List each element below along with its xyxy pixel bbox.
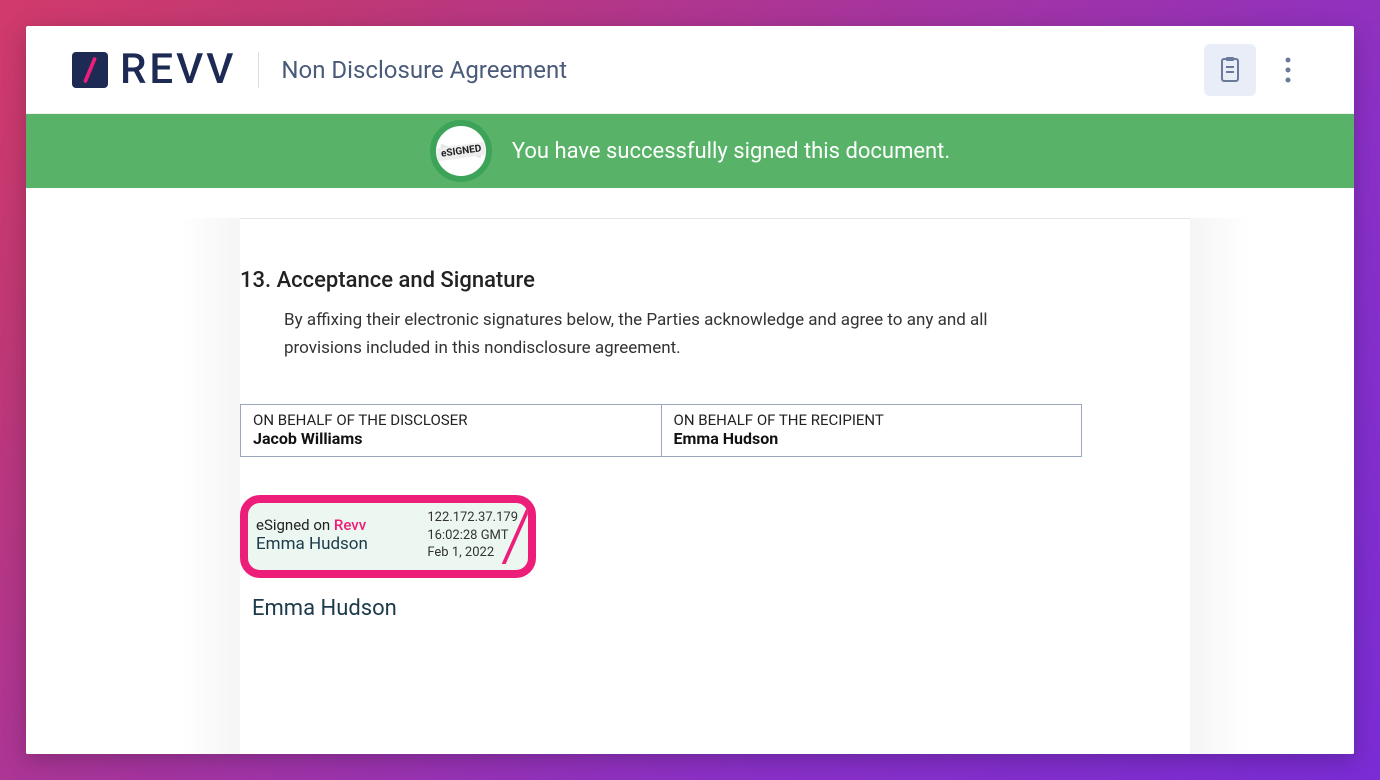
brand-logo[interactable]: REVV [72, 45, 236, 94]
clipboard-button[interactable] [1204, 44, 1256, 96]
signature-stamp: eSigned on Revv Emma Hudson 122.172.37.1… [240, 495, 536, 578]
discloser-role-label: ON BEHALF OF THE DISCLOSER [253, 411, 649, 429]
slash-icon [79, 57, 101, 83]
table-row: ON BEHALF OF THE DISCLOSER Jacob William… [241, 405, 1082, 457]
brand-logo-mark [72, 52, 108, 88]
success-message: You have successfully signed this docume… [512, 139, 950, 164]
document-viewport[interactable]: 13. Acceptance and Signature By affixing… [26, 188, 1354, 754]
brand-logo-text: REVV [120, 45, 236, 94]
slash-icon [492, 509, 518, 564]
discloser-cell: ON BEHALF OF THE DISCLOSER Jacob William… [241, 405, 662, 457]
more-menu-button[interactable] [1262, 44, 1314, 96]
discloser-name: Jacob Williams [253, 429, 649, 448]
stamp-brand: Revv [334, 516, 366, 534]
header-separator [258, 52, 259, 88]
page-divider [240, 218, 1190, 219]
success-banner: eSIGNED You have successfully signed thi… [26, 114, 1354, 188]
recipient-role-label: ON BEHALF OF THE RECIPIENT [674, 411, 1070, 429]
page-edge-shade [1190, 218, 1250, 754]
document-title: Non Disclosure Agreement [281, 56, 567, 84]
page-edge-shade [180, 218, 240, 754]
esigned-seal: eSIGNED [430, 120, 492, 182]
more-vertical-icon [1285, 57, 1291, 83]
header-bar: REVV Non Disclosure Agreement [26, 26, 1354, 114]
stamp-signer: Emma Hudson [256, 534, 368, 554]
recipient-cell: ON BEHALF OF THE RECIPIENT Emma Hudson [661, 405, 1082, 457]
section-body-text: By affixing their electronic signatures … [240, 307, 1060, 362]
recipient-name: Emma Hudson [674, 429, 1070, 448]
app-window: REVV Non Disclosure Agreement [26, 26, 1354, 754]
document-page: 13. Acceptance and Signature By affixing… [240, 188, 1140, 754]
parties-table: ON BEHALF OF THE DISCLOSER Jacob William… [240, 404, 1082, 457]
clipboard-icon [1218, 56, 1242, 84]
section-heading: 13. Acceptance and Signature [240, 268, 1140, 293]
printed-signer-name: Emma Hudson [252, 596, 1140, 621]
section-acceptance: 13. Acceptance and Signature By affixing… [240, 268, 1140, 362]
stamp-line-1: eSigned on Revv [256, 516, 368, 534]
header-actions [1204, 44, 1314, 96]
stamp-prefix: eSigned on [256, 516, 334, 534]
